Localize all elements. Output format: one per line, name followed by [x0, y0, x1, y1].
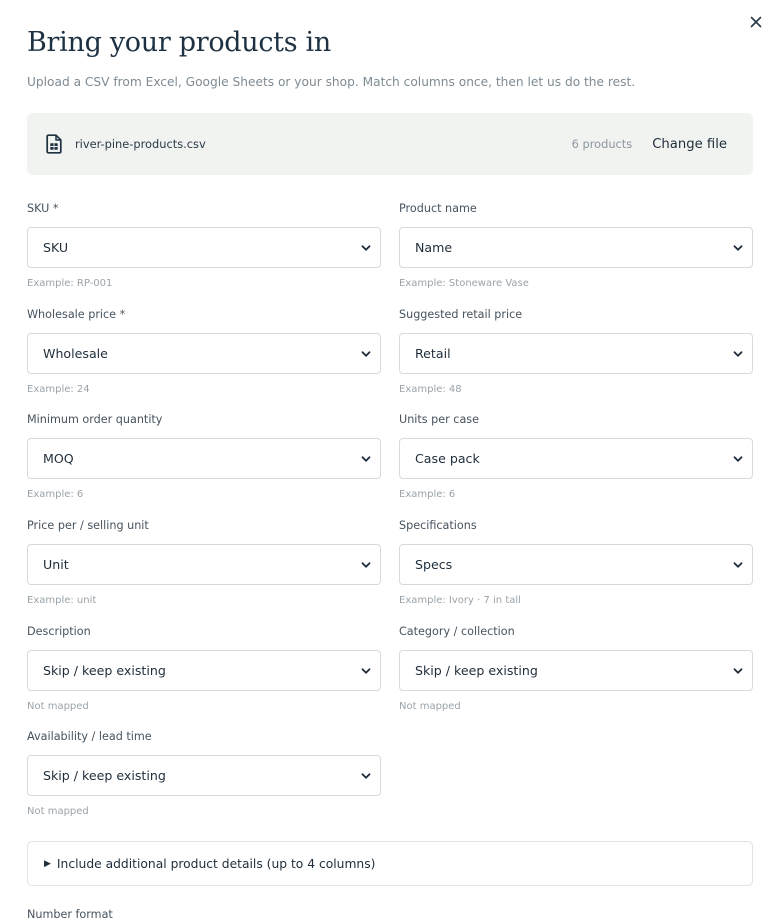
specifications-select[interactable]: Specs: [399, 544, 753, 585]
select-value: Unit: [43, 557, 69, 572]
sku-select[interactable]: SKU: [27, 227, 381, 268]
field-hint: Not mapped: [399, 701, 461, 712]
select-value: Wholesale: [43, 346, 108, 361]
field-hint: Example: 24: [27, 384, 90, 395]
field-sku: SKU * SKU Example: RP-001: [27, 202, 381, 289]
product-count: 6 products: [571, 137, 633, 151]
minimum-order-select[interactable]: MOQ: [27, 438, 381, 479]
field-label: Category / collection: [399, 625, 515, 638]
select-value: Retail: [415, 346, 451, 361]
field-label: Product name: [399, 202, 477, 215]
availability-select[interactable]: Skip / keep existing: [27, 755, 381, 796]
selling-unit-select[interactable]: Unit: [27, 544, 381, 585]
category-select[interactable]: Skip / keep existing: [399, 650, 753, 691]
disclosure-triangle-icon: ▶: [44, 858, 51, 869]
field-label: Suggested retail price: [399, 308, 523, 321]
field-hint: Not mapped: [27, 806, 89, 817]
selected-file-bar: river-pine-products.csv 6 products Chang…: [27, 113, 753, 175]
chevron-down-icon: [732, 665, 744, 677]
retail-price-select[interactable]: Retail: [399, 333, 753, 374]
field-label: Minimum order quantity: [27, 413, 163, 426]
field-description: Description Skip / keep existing Not map…: [27, 625, 381, 712]
chevron-down-icon: [360, 453, 372, 465]
chevron-down-icon: [732, 559, 744, 571]
select-value: SKU: [43, 240, 69, 255]
units-per-case-select[interactable]: Case pack: [399, 438, 753, 479]
field-units-per-case: Units per case Case pack Example: 6: [399, 413, 753, 500]
field-label: SKU *: [27, 202, 59, 215]
field-hint: Example: RP-001: [27, 278, 113, 289]
product-name-select[interactable]: Name: [399, 227, 753, 268]
field-label: Availability / lead time: [27, 730, 152, 743]
field-minimum-order: Minimum order quantity MOQ Example: 6: [27, 413, 381, 500]
field-hint: Example: Ivory · 7 in tall: [399, 595, 521, 606]
field-availability: Availability / lead time Skip / keep exi…: [27, 730, 381, 817]
field-retail-price: Suggested retail price Retail Example: 4…: [399, 308, 753, 395]
chevron-down-icon: [360, 770, 372, 782]
field-product-name: Product name Name Example: Stoneware Vas…: [399, 202, 753, 289]
field-category: Category / collection Skip / keep existi…: [399, 625, 753, 712]
field-selling-unit: Price per / selling unit Unit Example: u…: [27, 519, 381, 606]
field-hint: Not mapped: [27, 701, 89, 712]
chevron-down-icon: [732, 453, 744, 465]
additional-details-label: Include additional product details (up t…: [56, 856, 376, 871]
field-hint: Example: unit: [27, 595, 97, 606]
dialog-title: Bring your products in: [27, 27, 331, 58]
field-label: Wholesale price *: [27, 308, 126, 321]
csv-file-icon: [46, 134, 62, 154]
chevron-down-icon: [732, 348, 744, 360]
chevron-down-icon: [360, 559, 372, 571]
select-value: MOQ: [43, 451, 74, 466]
field-label: Description: [27, 625, 91, 638]
select-value: Skip / keep existing: [43, 663, 166, 678]
select-value: Skip / keep existing: [415, 663, 538, 678]
field-label: Price per / selling unit: [27, 519, 149, 532]
close-icon: [750, 16, 762, 28]
dialog-subtitle: Upload a CSV from Excel, Google Sheets o…: [27, 75, 636, 89]
field-hint: Example: 6: [27, 489, 84, 500]
field-label: Specifications: [399, 519, 477, 532]
field-wholesale-price: Wholesale price * Wholesale Example: 24: [27, 308, 381, 395]
chevron-down-icon: [732, 242, 744, 254]
description-select[interactable]: Skip / keep existing: [27, 650, 381, 691]
additional-details-toggle[interactable]: ▶ Include additional product details (up…: [27, 841, 753, 886]
close-button[interactable]: [746, 12, 766, 32]
select-value: Case pack: [415, 451, 480, 466]
field-hint: Example: 6: [399, 489, 456, 500]
chevron-down-icon: [360, 665, 372, 677]
number-format-label: Number format: [27, 908, 113, 921]
change-file-button[interactable]: Change file: [652, 137, 727, 152]
field-hint: Example: 48: [399, 384, 462, 395]
file-name: river-pine-products.csv: [75, 137, 206, 151]
select-value: Specs: [415, 557, 453, 572]
field-label: Units per case: [399, 413, 480, 426]
chevron-down-icon: [360, 242, 372, 254]
field-specifications: Specifications Specs Example: Ivory · 7 …: [399, 519, 753, 606]
select-value: Skip / keep existing: [43, 768, 166, 783]
chevron-down-icon: [360, 348, 372, 360]
select-value: Name: [415, 240, 453, 255]
wholesale-price-select[interactable]: Wholesale: [27, 333, 381, 374]
field-hint: Example: Stoneware Vase: [399, 278, 529, 289]
